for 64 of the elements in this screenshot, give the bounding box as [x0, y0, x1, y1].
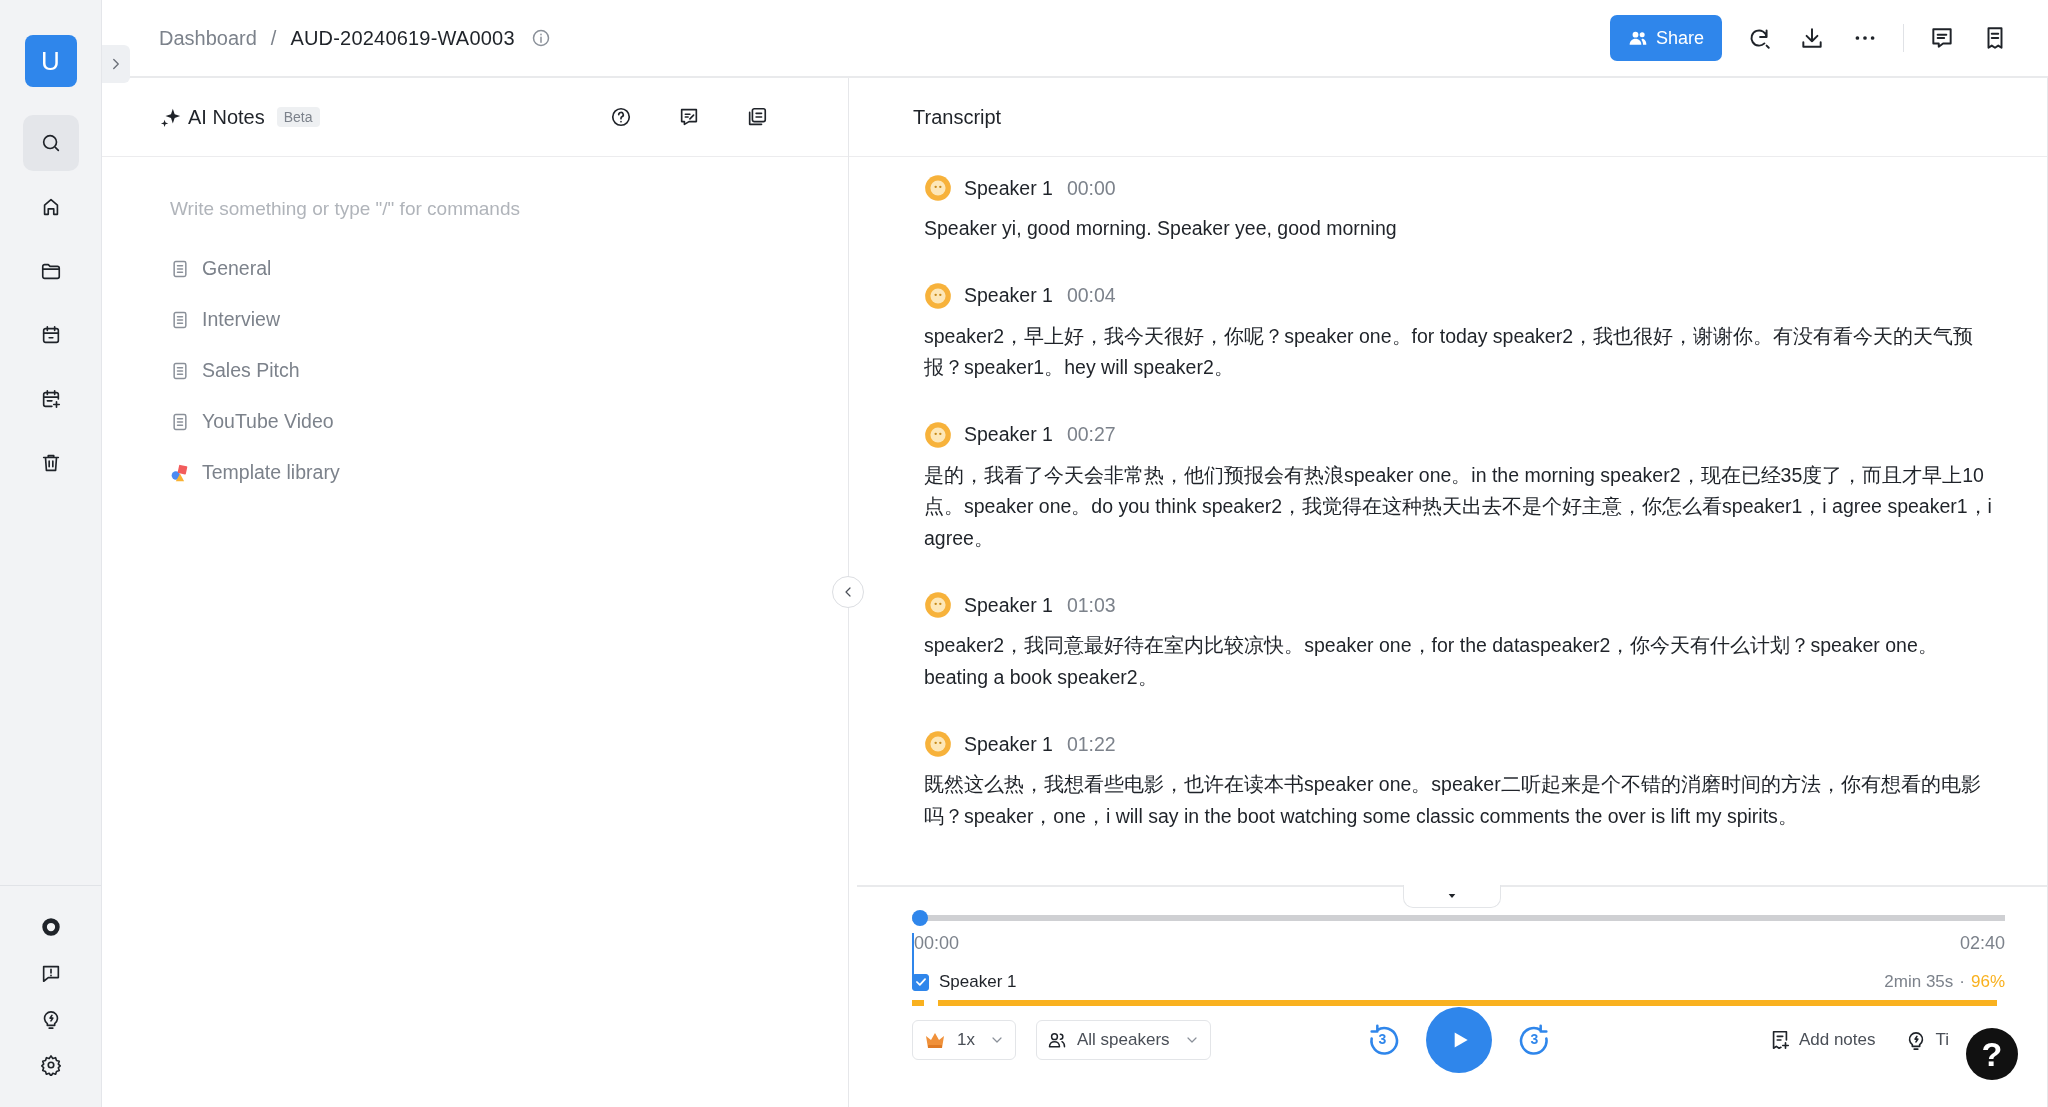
users-icon — [1046, 1030, 1067, 1050]
settings-icon[interactable] — [39, 1053, 62, 1076]
transcript-text: speaker2，早上好，我今天很好，你呢？speaker one。for today speaker2，我也很好，谢谢你。有没有看今天的天气预报？speaker1。hey will speaker2。 — [924, 323, 1975, 380]
speaker-filter-dropdown[interactable]: All speakers — [1035, 1020, 1211, 1060]
chat-edit-icon[interactable] — [678, 106, 700, 128]
file-title: AUD-20240619-WA0003 — [290, 26, 515, 50]
start-time: 00:00 — [914, 933, 960, 954]
speaker-avatar-icon — [924, 281, 952, 310]
end-time: 02:40 — [1959, 933, 2005, 954]
speaker-avatar-icon — [924, 420, 952, 449]
playhead-handle[interactable] — [912, 910, 928, 926]
add-notes-button[interactable]: Add notes — [1768, 1029, 1876, 1051]
user-avatar-button[interactable]: U — [24, 35, 77, 87]
speaker-name: Speaker 1 — [964, 732, 1053, 756]
timestamp[interactable]: 00:04 — [1066, 284, 1116, 307]
speaker-name: Speaker 1 — [964, 284, 1053, 307]
speaker-name: Speaker 1 — [964, 593, 1053, 617]
timestamp[interactable]: 01:03 — [1066, 593, 1116, 617]
note-input-field[interactable]: Write something or type "/" for commands — [170, 195, 788, 223]
speaker-name: Speaker 1 — [964, 176, 1053, 200]
forward-button[interactable]: 3 — [1517, 1023, 1552, 1057]
transcript-text: Speaker yi, good morning. Speaker yee, good morning — [924, 216, 1398, 241]
template-item[interactable]: Template library — [170, 447, 340, 498]
transcript-text: 是的，我看了今天会非常热，他们预报会有热浪speaker one。in the morning speaker2，现在已经35度了，而且才早上10点。speaker one。do you think speaker2，我觉得在这种热天出去不是个好主意，你怎么看speaker1，i agree speaker1，i agree。 — [924, 462, 1993, 551]
search-button[interactable] — [22, 115, 79, 171]
template-item[interactable]: YouTube Video — [170, 396, 334, 447]
speaker-duration: 2min 35s — [1884, 972, 1954, 992]
timestamp[interactable]: 01:22 — [1066, 732, 1116, 756]
help-icon[interactable] — [610, 106, 632, 128]
breadcrumb-separator: / — [270, 26, 277, 50]
template-item[interactable]: General — [170, 243, 272, 294]
check-icon — [913, 975, 928, 989]
template-item[interactable]: Sales Pitch — [170, 345, 300, 396]
info-icon[interactable] — [530, 28, 551, 48]
document-icon — [170, 360, 190, 381]
speaker-share: 96% — [1970, 972, 2005, 992]
copy-icon[interactable] — [746, 106, 768, 128]
document-icon — [170, 309, 190, 330]
share-button[interactable]: Share — [1609, 15, 1722, 61]
panel-title: AI Notes — [188, 105, 265, 129]
template-item[interactable]: Interview — [170, 294, 281, 345]
speed-dropdown[interactable]: 1x — [912, 1020, 1016, 1060]
comment-icon[interactable] — [1929, 25, 1955, 51]
ring-icon[interactable] — [39, 915, 62, 938]
speaker-avatar-icon — [924, 730, 952, 758]
speaker-name: Speaker 1 — [964, 423, 1053, 446]
rewind-button[interactable]: 3 — [1365, 1023, 1400, 1057]
speaker-checkbox[interactable] — [912, 973, 929, 991]
stats-separator: · — [1959, 972, 1965, 992]
tips-button[interactable]: Ti — [1905, 1029, 1949, 1051]
panel-title: Transcript — [913, 105, 1002, 129]
shapes-icon — [170, 462, 190, 483]
breadcrumb-link[interactable]: Dashboard — [159, 26, 257, 50]
beta-badge: Beta — [276, 107, 320, 127]
document-icon — [170, 411, 190, 432]
transcript-text: speaker2，我同意最好待在室内比较凉快。speaker one，for the dataspeaker2，你今天有什么计划？speaker one。beating a book speaker2。 — [924, 633, 1939, 690]
speaker-avatar-icon — [924, 174, 952, 202]
timestamp[interactable]: 00:27 — [1066, 423, 1116, 446]
transcript-text: 既然这么热，我想看些电影，也许在读本书speaker one。speaker二听起来是个不错的消磨时间的方法，你有想看的电影吗？speaker，one，i will say in the boot watching some classic comments the over is lift my spirits。 — [924, 772, 1982, 829]
speaker-label: Speaker 1 — [939, 972, 1017, 992]
speaker-avatar-icon — [924, 591, 952, 619]
timestamp[interactable]: 00:00 — [1066, 176, 1116, 200]
help-button[interactable]: ? — [1966, 1028, 2018, 1080]
document-icon — [170, 258, 190, 279]
